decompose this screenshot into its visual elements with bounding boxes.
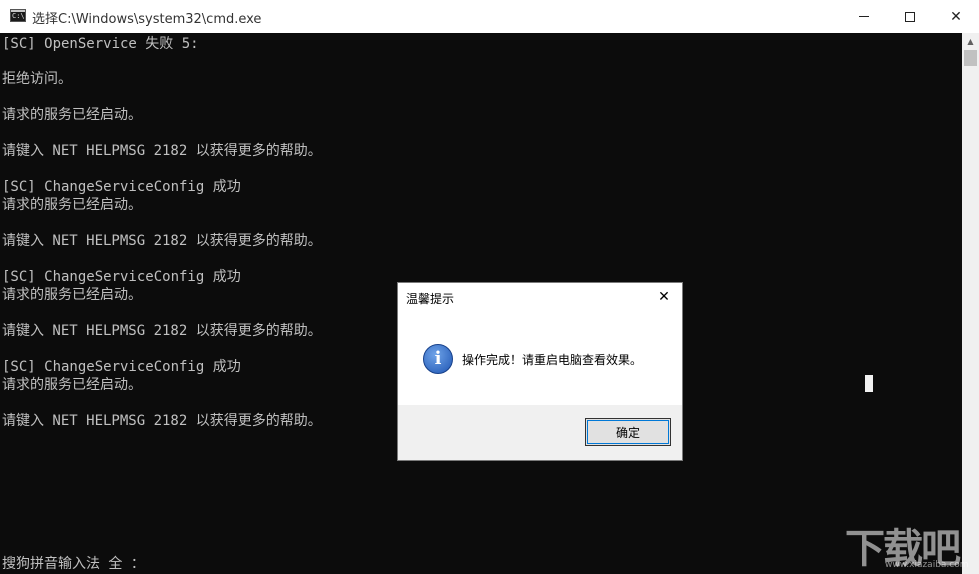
text-cursor (865, 375, 873, 392)
console-line: 请键入 NET HELPMSG 2182 以获得更多的帮助。 (2, 413, 322, 429)
ime-status: 搜狗拼音输入法 全 ： (2, 556, 145, 572)
console-line: 拒绝访问。 (2, 71, 72, 87)
dialog-footer: 确定 (398, 405, 682, 460)
console-line: 请求的服务已经启动。 (2, 107, 142, 123)
console-line: 请求的服务已经启动。 (2, 197, 142, 213)
dialog-body: i 操作完成！请重启电脑查看效果。 (398, 313, 682, 405)
window-title: 选择C:\Windows\system32\cmd.exe (32, 12, 262, 27)
maximize-button[interactable] (887, 0, 933, 33)
cmd-icon[interactable] (10, 9, 26, 22)
watermark-logo: 下载吧 www.xiazaiba.com (845, 516, 975, 574)
info-icon: i (423, 344, 453, 374)
close-button[interactable]: ✕ (933, 0, 979, 33)
dialog-title: 温馨提示 (406, 292, 455, 306)
maximize-icon (905, 11, 915, 22)
message-dialog: 温馨提示 ✕ i 操作完成！请重启电脑查看效果。 确定 (397, 282, 683, 461)
console-line: [SC] OpenService 失败 5: (2, 36, 199, 52)
close-icon: ✕ (658, 289, 670, 305)
console-line: 请键入 NET HELPMSG 2182 以获得更多的帮助。 (2, 143, 322, 159)
vertical-scrollbar[interactable]: ▲ (962, 33, 979, 574)
console-line: 请键入 NET HELPMSG 2182 以获得更多的帮助。 (2, 323, 322, 339)
dialog-message: 操作完成！请重启电脑查看效果。 (462, 353, 643, 367)
console-line: 请求的服务已经启动。 (2, 287, 142, 303)
ok-button[interactable]: 确定 (585, 418, 671, 446)
console-line: 请求的服务已经启动。 (2, 377, 142, 393)
scrollbar-thumb[interactable] (964, 50, 977, 66)
minimize-button[interactable] (841, 0, 887, 33)
console-line: 请键入 NET HELPMSG 2182 以获得更多的帮助。 (2, 233, 322, 249)
minimize-icon (859, 16, 869, 17)
title-bar[interactable]: 选择C:\Windows\system32\cmd.exe ✕ (0, 0, 979, 33)
console-line: [SC] ChangeServiceConfig 成功 (2, 359, 241, 375)
scroll-up-icon[interactable]: ▲ (962, 33, 979, 50)
dialog-close-button[interactable]: ✕ (656, 289, 672, 305)
close-icon: ✕ (950, 8, 962, 25)
console-line: [SC] ChangeServiceConfig 成功 (2, 269, 241, 285)
watermark-url: www.xiazaiba.com (885, 560, 969, 570)
console-line: [SC] ChangeServiceConfig 成功 (2, 179, 241, 195)
